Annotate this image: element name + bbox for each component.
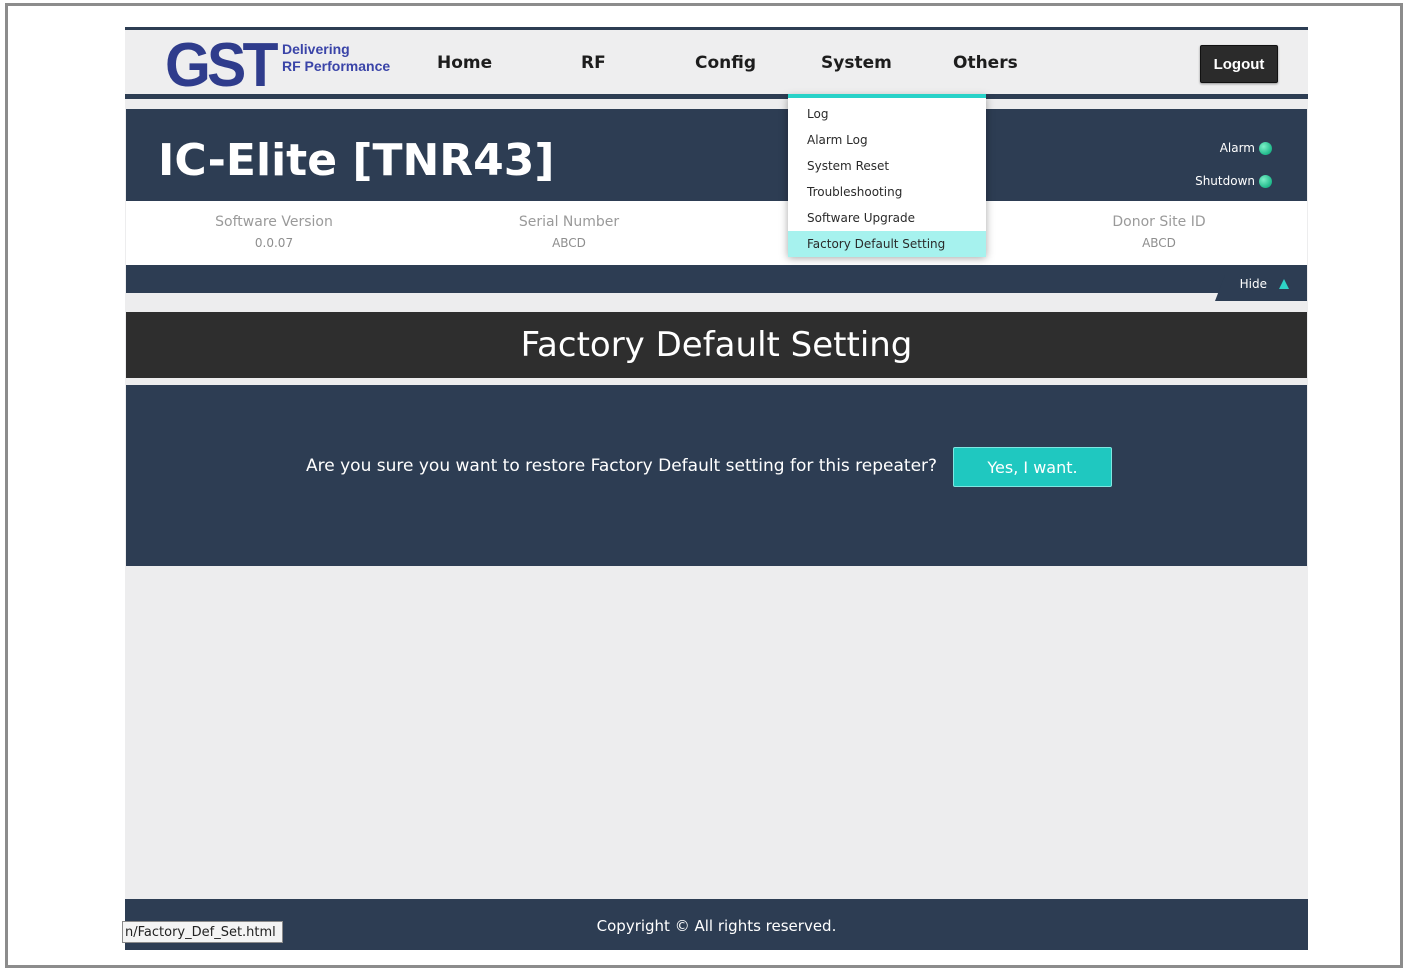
software-version-label: Software Version [215, 214, 333, 230]
hide-strip: Hide [126, 265, 1307, 301]
menu-item-software-upgrade[interactable]: Software Upgrade [788, 205, 986, 231]
software-version-info: Software Version 0.0.07 [174, 214, 374, 250]
serial-number-label: Serial Number [518, 214, 620, 230]
top-header: GST Delivering RF Performance Home RF Co… [125, 30, 1308, 100]
menu-item-factory-default-setting[interactable]: Factory Default Setting [788, 231, 986, 257]
logout-button[interactable]: Logout [1200, 45, 1278, 83]
nav-rf[interactable]: RF [581, 53, 606, 73]
copyright-text: Copyright © All rights reserved. [596, 917, 837, 935]
alarm-label: Alarm [1219, 141, 1255, 155]
nav-others[interactable]: Others [953, 53, 1018, 73]
confirm-panel: Are you sure you want to restore Factory… [126, 385, 1307, 566]
alarm-led-icon [1259, 141, 1272, 155]
device-title: IC-Elite [TNR43] [158, 135, 555, 186]
logo-tagline: Delivering RF Performance [282, 41, 390, 75]
nav-config[interactable]: Config [695, 53, 756, 73]
menu-item-troubleshooting[interactable]: Troubleshooting [788, 179, 986, 205]
nav-system[interactable]: System [821, 53, 892, 73]
page-title-bar: Factory Default Setting [126, 312, 1307, 378]
donor-site-id-label: Donor Site ID [1112, 214, 1206, 230]
donor-site-id-value: ABCD [1142, 236, 1176, 250]
menu-item-alarm-log[interactable]: Alarm Log [788, 127, 986, 153]
confirm-yes-button[interactable]: Yes, I want. [953, 447, 1112, 487]
serial-number-info: Serial Number ABCD [469, 214, 669, 250]
triangle-up-icon[interactable] [1279, 279, 1289, 289]
nav-home[interactable]: Home [437, 53, 492, 73]
logo-tagline-line2: RF Performance [282, 58, 391, 74]
menu-item-system-reset[interactable]: System Reset [788, 153, 986, 179]
logo-tagline-line1: Delivering [282, 41, 350, 57]
shutdown-status: Shutdown [1195, 174, 1272, 188]
system-dropdown-menu: Log Alarm Log System Reset Troubleshooti… [788, 94, 986, 257]
software-version-value: 0.0.07 [254, 236, 294, 250]
browser-status-url: n/Factory_Def_Set.html [122, 921, 283, 943]
device-info-row: Software Version 0.0.07 Serial Number AB… [126, 201, 1307, 265]
menu-item-log[interactable]: Log [788, 101, 986, 127]
hide-toggle[interactable]: Hide [1240, 277, 1267, 291]
alarm-status: Alarm [1220, 141, 1272, 155]
confirm-question: Are you sure you want to restore Factory… [306, 456, 938, 476]
device-title-band: IC-Elite [TNR43] Alarm Shutdown [126, 109, 1307, 201]
logo-mark: GST [165, 31, 278, 100]
serial-number-value: ABCD [552, 236, 586, 250]
app-window: GST Delivering RF Performance Home RF Co… [122, 27, 1308, 950]
page-title: Factory Default Setting [520, 325, 913, 365]
shutdown-led-icon [1259, 174, 1272, 188]
footer: Copyright © All rights reserved. n/Facto… [122, 899, 1308, 950]
shutdown-label: Shutdown [1195, 174, 1255, 188]
header-bottom-rule [125, 94, 1308, 99]
donor-site-id-info: Donor Site ID ABCD [1059, 214, 1259, 250]
